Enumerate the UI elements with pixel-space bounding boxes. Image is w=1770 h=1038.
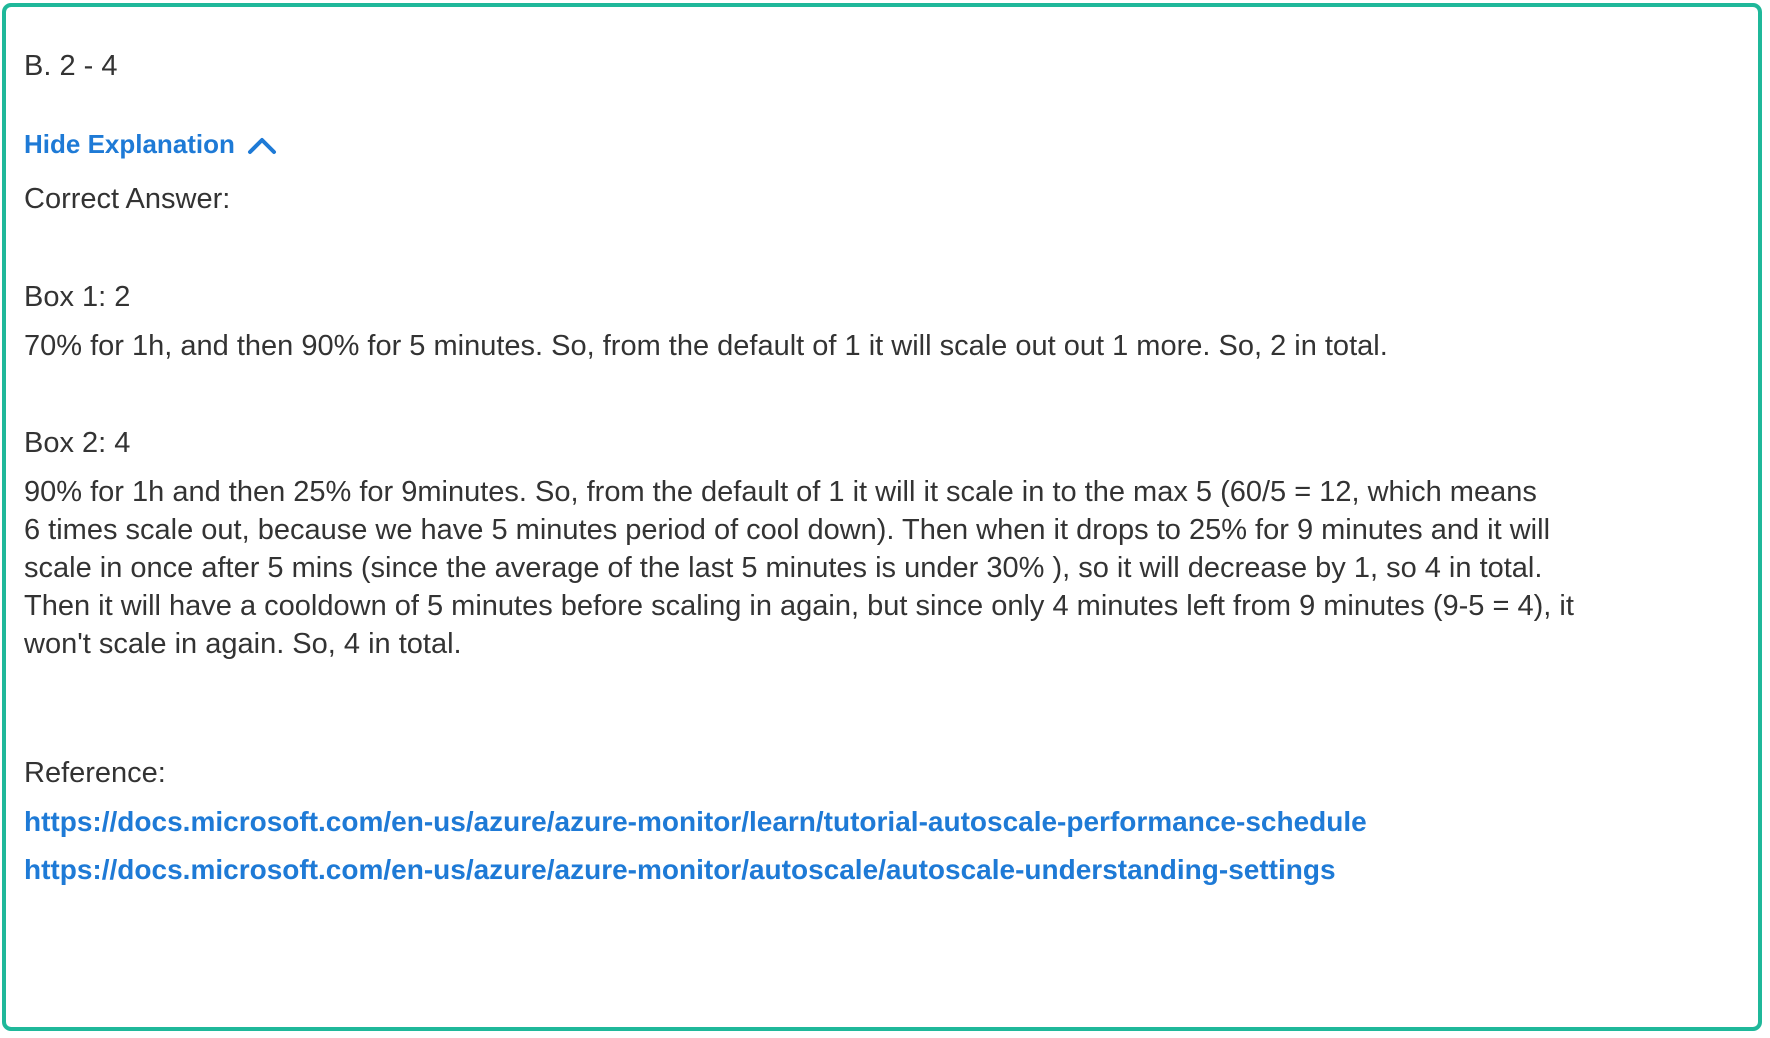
- chevron-up-icon: [247, 137, 276, 154]
- box2-text-line: won't scale in again. So, 4 in total.: [24, 628, 462, 660]
- box2-text: 90% for 1h and then 25% for 9minutes. So…: [24, 473, 1769, 663]
- explanation-card: B. 2 - 4 Hide Explanation Correct Answer…: [2, 3, 1762, 1031]
- box2-text-line: scale in once after 5 mins (since the av…: [24, 552, 1543, 584]
- box2-text-line: 90% for 1h and then 25% for 9minutes. So…: [24, 476, 1537, 508]
- reference-link-1[interactable]: https://docs.microsoft.com/en-us/azure/a…: [24, 803, 1367, 841]
- box2-text-line: Then it will have a cooldown of 5 minute…: [24, 590, 1574, 622]
- answer-option: B. 2 - 4: [24, 50, 118, 82]
- box2-text-line: 6 times scale out, because we have 5 min…: [24, 514, 1551, 546]
- hide-explanation-label: Hide Explanation: [24, 129, 235, 159]
- reference-link-2[interactable]: https://docs.microsoft.com/en-us/azure/a…: [24, 851, 1336, 889]
- hide-explanation-toggle[interactable]: Hide Explanation: [24, 129, 277, 160]
- box2-title: Box 2: 4: [24, 427, 131, 459]
- correct-answer-label: Correct Answer:: [24, 183, 231, 215]
- box1-text: 70% for 1h, and then 90% for 5 minutes. …: [24, 330, 1388, 362]
- box1-title: Box 1: 2: [24, 281, 131, 313]
- reference-label: Reference:: [24, 757, 166, 789]
